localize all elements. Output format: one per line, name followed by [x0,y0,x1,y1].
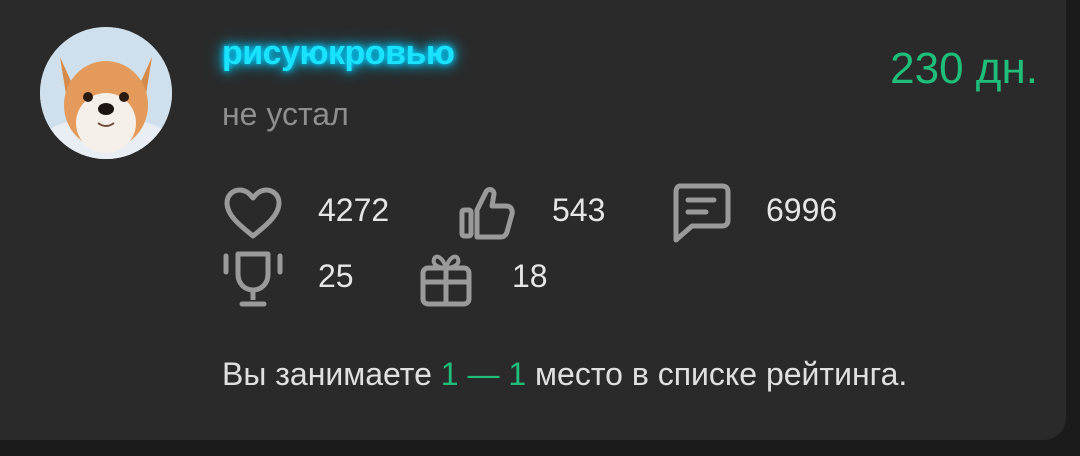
trophy-icon [222,250,284,308]
rating-text: Вы занимаете 1 — 1 место в списке рейтин… [222,356,907,393]
days-counter: 230 дн. [890,44,1038,93]
rating-place: 1 — 1 [440,356,527,392]
thumbs-up-icon [458,184,516,242]
gift-icon [418,250,474,308]
avatar[interactable] [40,27,172,159]
likes-count: 4272 [318,192,390,228]
trophies-count: 25 [318,258,354,294]
rating-prefix: Вы занимаете [222,356,432,392]
comments-count: 6996 [766,192,838,228]
thumbs-up-count: 543 [552,192,606,228]
comment-icon [670,182,732,244]
gifts-count: 18 [512,258,548,294]
user-status: не устал [222,96,349,132]
profile-card: рисуюкровью не устал 230 дн. 4272 543 69… [0,0,1066,440]
username[interactable]: рисуюкровью [222,34,455,73]
rating-suffix: место в списке рейтинга. [535,356,908,392]
heart-icon [222,186,284,240]
